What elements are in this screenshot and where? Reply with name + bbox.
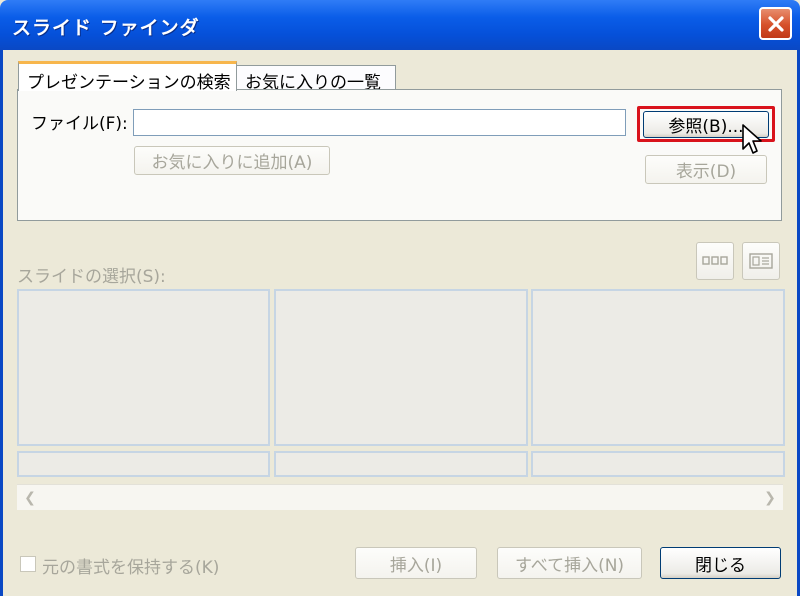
slide-thumbnail-2[interactable] (274, 289, 528, 446)
file-label: ファイル(F): (31, 114, 128, 134)
file-path-input[interactable] (133, 109, 626, 136)
close-button[interactable]: 閉じる (660, 547, 781, 579)
slide-selection-label: スライドの選択(S): (17, 267, 166, 287)
slide-thumbnail-3[interactable] (531, 289, 785, 446)
list-view-icon (749, 253, 773, 269)
tab-search-presentation[interactable]: プレゼンテーションの検索 (18, 61, 237, 93)
scroll-left-icon[interactable]: ❮ (21, 489, 39, 507)
list-view-button[interactable] (742, 242, 780, 280)
slide-caption-2 (274, 451, 528, 477)
keep-format-checkbox[interactable] (20, 556, 36, 572)
thumbnail-view-icon (702, 256, 728, 265)
mouse-pointer-icon (742, 124, 762, 154)
close-window-button[interactable] (759, 7, 792, 40)
insert-all-button[interactable]: すべて挿入(N) (497, 547, 642, 579)
insert-button-label: 挿入(I) (389, 555, 443, 576)
window-title: スライド ファインダ (12, 17, 200, 39)
title-bar: スライド ファインダ (0, 0, 800, 50)
horizontal-scrollbar[interactable]: ❮ ❯ (17, 484, 783, 510)
slide-caption-3 (531, 451, 785, 477)
close-icon (767, 15, 784, 32)
scroll-right-icon[interactable]: ❯ (761, 489, 779, 507)
close-button-label: 閉じる (695, 555, 746, 576)
insert-all-button-label: すべて挿入(N) (514, 555, 625, 576)
browse-button-label: 参照(B)... (668, 117, 744, 137)
display-button-label: 表示(D) (675, 162, 737, 182)
tab-favorites-list[interactable]: お気に入りの一覧 (236, 65, 396, 93)
add-favorite-button[interactable]: お気に入りに追加(A) (134, 146, 330, 175)
tab-search-label: プレゼンテーションの検索 (27, 73, 231, 93)
add-favorite-label: お気に入りに追加(A) (151, 153, 313, 173)
slide-caption-1 (17, 451, 270, 477)
slide-thumbnail-1[interactable] (17, 289, 270, 446)
display-button[interactable]: 表示(D) (645, 155, 767, 184)
insert-button[interactable]: 挿入(I) (355, 547, 477, 579)
thumbnail-view-button[interactable] (696, 242, 734, 280)
keep-format-label: 元の書式を保持する(K) (42, 558, 220, 578)
